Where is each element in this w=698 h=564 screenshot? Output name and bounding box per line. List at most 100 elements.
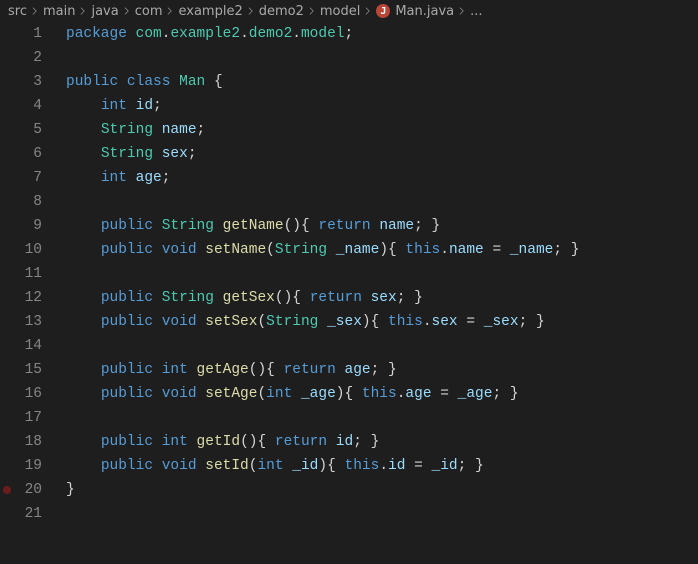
code-line[interactable] bbox=[66, 262, 698, 286]
code-token: (){ bbox=[284, 218, 310, 234]
code-token bbox=[153, 362, 162, 378]
breadcrumb-segment[interactable]: demo2 bbox=[259, 4, 304, 19]
code-token bbox=[353, 386, 362, 402]
line-number[interactable]: 12 bbox=[0, 286, 42, 310]
code-token: _id bbox=[292, 458, 318, 474]
line-number[interactable]: 6 bbox=[0, 142, 42, 166]
code-line[interactable]: public String getName(){ return name; } bbox=[66, 214, 698, 238]
code-line[interactable]: public void setId(int _id){ this.id = _i… bbox=[66, 454, 698, 478]
line-number[interactable]: 7 bbox=[0, 166, 42, 190]
code-line[interactable] bbox=[66, 502, 698, 526]
code-line[interactable]: public String getSex(){ return sex; } bbox=[66, 286, 698, 310]
code-line[interactable] bbox=[66, 334, 698, 358]
code-token: return bbox=[310, 290, 362, 306]
code-token: return bbox=[275, 434, 327, 450]
line-number[interactable]: 5 bbox=[0, 118, 42, 142]
code-token: this bbox=[405, 242, 440, 258]
code-token: void bbox=[162, 458, 197, 474]
code-token: = bbox=[440, 386, 449, 402]
line-number[interactable]: 18 bbox=[0, 430, 42, 454]
code-token: ; bbox=[188, 146, 197, 162]
code-token: void bbox=[162, 386, 197, 402]
code-token bbox=[153, 290, 162, 306]
code-line[interactable]: public int getId(){ return id; } bbox=[66, 430, 698, 454]
code-token bbox=[318, 314, 327, 330]
line-number[interactable]: 10 bbox=[0, 238, 42, 262]
code-token: = bbox=[466, 314, 475, 330]
line-number[interactable]: 16 bbox=[0, 382, 42, 406]
code-token: ; } bbox=[492, 386, 518, 402]
code-token: public bbox=[101, 218, 153, 234]
code-token: ; } bbox=[371, 362, 397, 378]
breadcrumb-segment[interactable]: com bbox=[135, 4, 163, 19]
code-token bbox=[214, 218, 223, 234]
code-token: ){ bbox=[336, 386, 353, 402]
code-token: void bbox=[162, 314, 197, 330]
line-number[interactable]: 19 bbox=[0, 454, 42, 478]
line-number-gutter[interactable]: 123456789101112131415161718192021 bbox=[0, 22, 62, 564]
line-number[interactable]: 17 bbox=[0, 406, 42, 430]
code-line[interactable]: public void setName(String _name){ this.… bbox=[66, 238, 698, 262]
code-line[interactable]: public void setSex(String _sex){ this.se… bbox=[66, 310, 698, 334]
code-line[interactable]: package com.example2.demo2.model; bbox=[66, 22, 698, 46]
code-token bbox=[327, 434, 336, 450]
chevron-right-icon bbox=[165, 6, 175, 16]
code-token: this bbox=[362, 386, 397, 402]
breadcrumb-more[interactable]: ... bbox=[470, 4, 482, 19]
breadcrumb-segment[interactable]: model bbox=[320, 4, 360, 19]
code-line[interactable]: public int getAge(){ return age; } bbox=[66, 358, 698, 382]
code-line[interactable] bbox=[66, 406, 698, 430]
code-line[interactable]: String name; bbox=[66, 118, 698, 142]
code-line[interactable]: String sex; bbox=[66, 142, 698, 166]
line-number[interactable]: 14 bbox=[0, 334, 42, 358]
line-number[interactable]: 9 bbox=[0, 214, 42, 238]
line-number[interactable]: 13 bbox=[0, 310, 42, 334]
code-token: ; bbox=[345, 26, 354, 42]
line-number[interactable]: 1 bbox=[0, 22, 42, 46]
code-token: getAge bbox=[197, 362, 249, 378]
code-token: public bbox=[101, 458, 153, 474]
breadcrumb-segment[interactable]: java bbox=[91, 4, 118, 19]
code-token bbox=[66, 434, 101, 450]
code-token bbox=[66, 386, 101, 402]
code-token: int bbox=[266, 386, 292, 402]
code-line[interactable] bbox=[66, 46, 698, 70]
breadcrumb-file[interactable]: JMan.java bbox=[376, 4, 454, 19]
code-token: id bbox=[136, 98, 153, 114]
line-number[interactable]: 20 bbox=[0, 478, 42, 502]
breadcrumb-segment[interactable]: main bbox=[43, 4, 75, 19]
code-token: ; bbox=[197, 122, 206, 138]
code-token: this bbox=[345, 458, 380, 474]
code-token: _sex bbox=[484, 314, 519, 330]
code-token: ; } bbox=[414, 218, 440, 234]
code-token bbox=[153, 386, 162, 402]
code-token bbox=[475, 314, 484, 330]
code-token: ; } bbox=[519, 314, 545, 330]
breadcrumb-segment[interactable]: src bbox=[8, 4, 27, 19]
code-editor[interactable]: 123456789101112131415161718192021 packag… bbox=[0, 22, 698, 564]
code-line[interactable] bbox=[66, 190, 698, 214]
code-token: int bbox=[101, 98, 127, 114]
java-file-icon: J bbox=[376, 4, 390, 18]
code-line[interactable]: public void setAge(int _age){ this.age =… bbox=[66, 382, 698, 406]
line-number[interactable]: 11 bbox=[0, 262, 42, 286]
code-line[interactable]: int age; bbox=[66, 166, 698, 190]
code-token: ){ bbox=[318, 458, 335, 474]
code-token bbox=[66, 146, 101, 162]
code-token bbox=[153, 434, 162, 450]
code-token bbox=[197, 242, 206, 258]
line-number[interactable]: 8 bbox=[0, 190, 42, 214]
code-token bbox=[153, 242, 162, 258]
breadcrumb-segment[interactable]: example2 bbox=[178, 4, 242, 19]
line-number[interactable]: 4 bbox=[0, 94, 42, 118]
code-line[interactable]: public class Man { bbox=[66, 70, 698, 94]
line-number[interactable]: 21 bbox=[0, 502, 42, 526]
code-token: package bbox=[66, 26, 127, 42]
code-token bbox=[336, 362, 345, 378]
code-line[interactable]: } bbox=[66, 478, 698, 502]
line-number[interactable]: 3 bbox=[0, 70, 42, 94]
code-area[interactable]: package com.example2.demo2.model; public… bbox=[62, 22, 698, 564]
code-line[interactable]: int id; bbox=[66, 94, 698, 118]
line-number[interactable]: 15 bbox=[0, 358, 42, 382]
line-number[interactable]: 2 bbox=[0, 46, 42, 70]
